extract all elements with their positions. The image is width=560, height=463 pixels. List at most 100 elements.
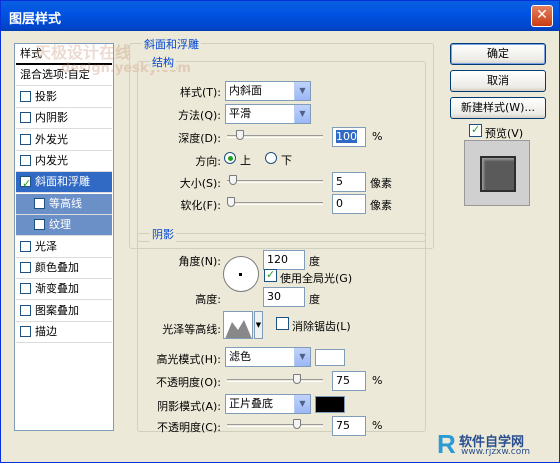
depth-label: 深度(D):	[178, 132, 221, 145]
size-slider[interactable]	[227, 175, 323, 185]
effect-checkbox[interactable]	[20, 90, 31, 102]
effects-list-item[interactable]: ✓ 斜面和浮雕	[16, 172, 112, 194]
soften-input[interactable]: 0	[332, 194, 366, 214]
highlight-opacity-input[interactable]: 75	[332, 371, 366, 391]
effects-list-item[interactable]: 颜色叠加	[16, 258, 112, 279]
effect-checkbox[interactable]	[20, 304, 31, 316]
effects-list-item[interactable]: 光泽	[16, 237, 112, 258]
effect-label: 颜色叠加	[35, 261, 79, 274]
shadow-mode-select[interactable]: 正片叠底 ▼	[225, 394, 311, 414]
effect-label: 光泽	[35, 239, 57, 253]
effect-checkbox[interactable]	[20, 133, 31, 145]
effect-label: 外发光	[35, 132, 68, 146]
effect-checkbox[interactable]	[34, 219, 45, 231]
technique-label: 方法(Q):	[178, 109, 221, 122]
effects-list-item[interactable]: 等高线	[16, 193, 112, 215]
preview-label[interactable]: 预览(V)	[485, 125, 523, 141]
effect-label: 内阴影	[35, 111, 68, 125]
altitude-label: 高度:	[195, 293, 221, 306]
highlight-opacity-label: 不透明度(O):	[156, 376, 221, 389]
effects-list: 样式 混合选项:自定 投影 内阴影 外发光 内发光 ✓ 斜面和浮雕 等高线 纹理 光泽 颜色叠加 渐变叠…	[14, 43, 114, 431]
effects-list-item[interactable]: 纹理	[16, 215, 112, 237]
technique-select[interactable]: 平滑 ▼	[225, 104, 311, 124]
highlight-opacity-value: 75	[336, 374, 350, 387]
direction-label: 方向:	[195, 155, 221, 168]
cancel-button[interactable]: 取消	[450, 70, 546, 92]
direction-down-label[interactable]: 下	[281, 152, 292, 168]
size-slider-thumb[interactable]	[229, 175, 237, 185]
highlight-opacity-thumb[interactable]	[293, 374, 301, 384]
effects-list-item[interactable]: 渐变叠加	[16, 279, 112, 301]
checkmark-icon: ✓	[266, 268, 276, 281]
effect-label: 投影	[35, 89, 57, 103]
shading-title: 阴影	[150, 226, 176, 242]
effect-label: 描边	[35, 325, 57, 339]
highlight-opacity-unit: %	[372, 374, 383, 387]
depth-slider[interactable]	[227, 130, 323, 140]
effects-list-item[interactable]: 外发光	[16, 130, 112, 151]
soften-slider[interactable]	[227, 197, 323, 207]
size-label: 大小(S):	[179, 177, 221, 190]
style-select-value: 内斜面	[229, 84, 262, 97]
highlight-color-swatch[interactable]	[315, 349, 345, 366]
direction-up-label[interactable]: 上	[240, 152, 251, 168]
preview-checkbox[interactable]: ✓	[469, 123, 482, 137]
highlight-opacity-slider[interactable]	[227, 374, 323, 384]
effect-checkbox[interactable]	[20, 283, 31, 295]
chevron-down-icon: ▼	[294, 105, 310, 123]
shadow-opacity-label: 不透明度(C):	[157, 421, 221, 434]
shadow-opacity-slider[interactable]	[227, 419, 323, 429]
effect-checkbox[interactable]	[34, 197, 45, 209]
shadow-opacity-input[interactable]: 75	[332, 416, 366, 436]
soften-slider-thumb[interactable]	[227, 197, 235, 207]
altitude-input[interactable]: 30	[263, 287, 305, 307]
size-input-value: 5	[336, 175, 343, 188]
contour-preview-icon	[225, 320, 252, 338]
angle-unit: 度	[309, 255, 320, 268]
effects-list-item[interactable]: 描边	[16, 322, 112, 344]
logo-mark: R	[437, 429, 456, 459]
angle-dial[interactable]	[223, 256, 259, 292]
effects-list-item[interactable]: 图案叠加	[16, 301, 112, 322]
effect-checkbox[interactable]	[20, 240, 31, 252]
close-button[interactable]: ✕	[531, 5, 553, 27]
angle-input[interactable]: 120	[263, 250, 305, 270]
highlight-mode-select[interactable]: 滤色 ▼	[225, 347, 311, 367]
effects-list-item[interactable]: 内阴影	[16, 108, 112, 130]
site-logo: R 软件自学网 www.rjzxw.com	[437, 429, 557, 459]
direction-down-radio[interactable]	[265, 152, 277, 164]
gloss-contour-dropdown[interactable]: ▼	[254, 311, 263, 339]
global-light-checkbox[interactable]: ✓	[264, 268, 277, 282]
effect-checkbox[interactable]	[20, 262, 31, 273]
altitude-unit: 度	[309, 293, 320, 306]
depth-unit: %	[372, 130, 383, 143]
shadow-opacity-thumb[interactable]	[293, 419, 301, 429]
radio-selected-dot	[228, 156, 233, 161]
effect-label: 渐变叠加	[35, 282, 79, 296]
effect-checkbox[interactable]: ✓	[20, 176, 31, 190]
antialias-checkbox[interactable]	[276, 317, 289, 330]
effect-checkbox[interactable]	[20, 155, 31, 166]
antialias-label[interactable]: 消除锯齿(L)	[292, 318, 351, 334]
new-style-button[interactable]: 新建样式(W)...	[450, 97, 546, 119]
title-bar: 图层样式 ✕	[1, 1, 559, 31]
style-select[interactable]: 内斜面 ▼	[225, 81, 311, 101]
effect-checkbox[interactable]	[20, 326, 31, 338]
size-input[interactable]: 5	[332, 172, 366, 192]
effect-checkbox[interactable]	[20, 112, 31, 124]
direction-up-radio[interactable]	[224, 152, 236, 164]
depth-slider-thumb[interactable]	[236, 130, 244, 140]
shadow-color-swatch[interactable]	[315, 396, 345, 413]
soften-unit: 像素	[370, 199, 392, 212]
global-light-label[interactable]: 使用全局光(G)	[280, 270, 352, 286]
gloss-contour-picker[interactable]	[223, 311, 253, 339]
effects-list-item[interactable]: 投影	[16, 87, 112, 108]
depth-input[interactable]: 100	[332, 127, 366, 147]
shadow-mode-value: 正片叠底	[229, 397, 273, 410]
chevron-down-icon: ▼	[294, 82, 310, 100]
watermark-text: 天极设计在线	[35, 43, 132, 62]
effects-list-item[interactable]: 内发光	[16, 151, 112, 172]
soften-input-value: 0	[336, 197, 343, 210]
effect-label: 纹理	[49, 218, 71, 232]
ok-button[interactable]: 确定	[450, 43, 546, 65]
